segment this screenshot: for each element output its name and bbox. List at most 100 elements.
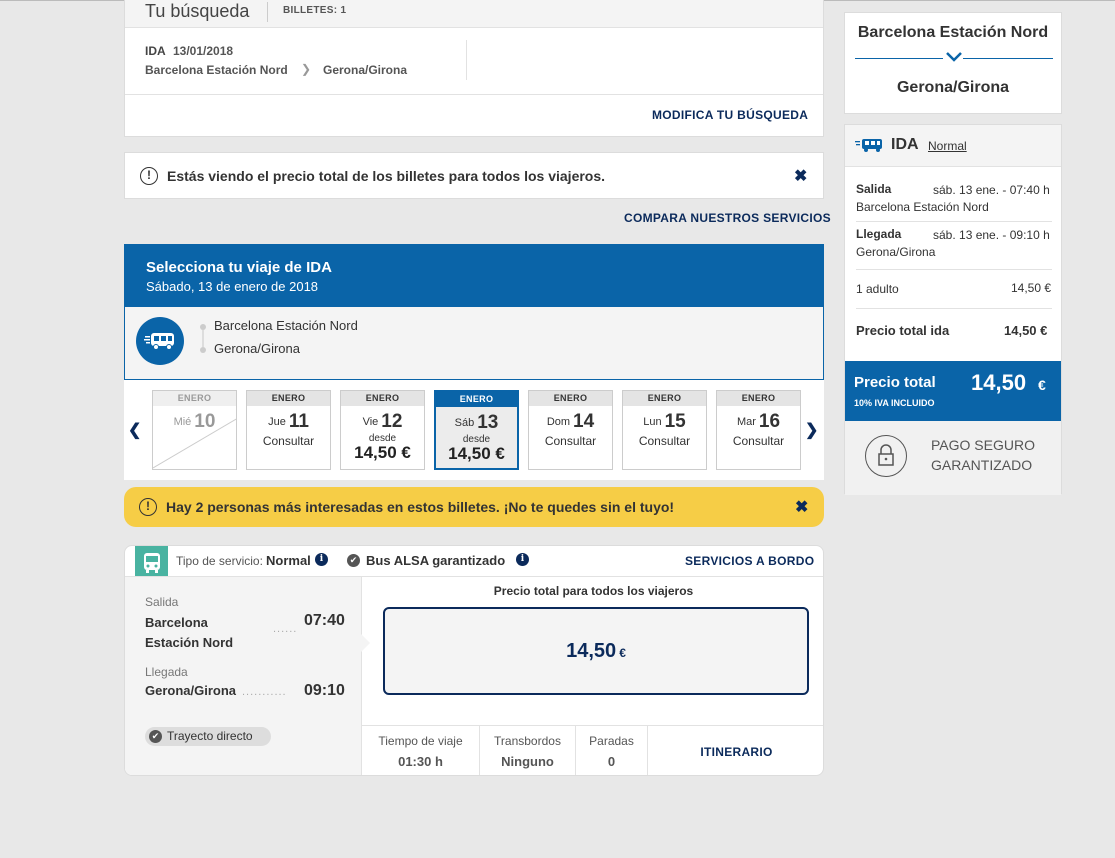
search-header: Tu búsqueda BILLETES: 1	[125, 0, 823, 28]
summary-departure-label: Salida	[856, 182, 892, 196]
check-icon: ✔	[149, 730, 162, 743]
total-ida-label: Precio total ida	[856, 323, 950, 338]
stat-value: 0	[607, 754, 616, 769]
info-text: Estás viendo el precio total de los bill…	[167, 168, 606, 184]
stat-label: Paradas	[589, 734, 634, 748]
stat-value: 01:30 h	[398, 754, 443, 769]
select-destination: Gerona/Girona	[214, 341, 300, 356]
summary-arrival-label: Llegada	[856, 227, 902, 241]
info-icon[interactable]: i	[315, 553, 328, 566]
date-price: 14,50 €	[354, 443, 411, 462]
divider	[856, 269, 1052, 270]
date-month: ENERO	[623, 391, 706, 406]
chevron-right-icon[interactable]: ❯	[805, 420, 818, 440]
date-weekday: Vie	[362, 416, 379, 428]
divider	[125, 94, 823, 95]
stat-transfers: Transbordos Ninguno	[480, 726, 576, 775]
date-line: Mar 16	[717, 411, 800, 433]
info-icon[interactable]: i	[516, 553, 529, 566]
disabled-strike	[153, 418, 236, 469]
date-month: ENERO	[436, 392, 517, 407]
search-title: Tu búsqueda	[145, 1, 250, 21]
stat-label: Tiempo de viaje	[378, 734, 463, 748]
close-icon[interactable]: ✖	[795, 497, 808, 517]
bus-icon	[855, 139, 882, 152]
chevron-down-icon	[946, 52, 962, 62]
tickets-count: BILLETES: 1	[283, 5, 347, 16]
select-origin: Barcelona Estación Nord	[214, 318, 358, 333]
date-carousel: ❮ ❯ ENERO Mié 10 ENERO Jue 11 Consultar EN…	[124, 380, 824, 480]
divider	[855, 58, 943, 59]
arrival-time: 09:10	[304, 682, 345, 699]
date-weekday: Jue	[268, 416, 286, 428]
onboard-services-link[interactable]: SERVICIOS A BORDO	[685, 554, 814, 568]
date-day: 12	[381, 411, 403, 432]
interest-warning-banner: ! Hay 2 personas más interesadas en esto…	[124, 487, 824, 527]
trip-result-card: Tipo de servicio: Normal i ✔ Bus ALSA ga…	[124, 545, 824, 776]
info-banner: ! Estás viendo el precio total de los bi…	[124, 152, 824, 199]
summary-arrival-place: Gerona/Girona	[856, 245, 936, 259]
price-value: 14,50	[566, 640, 617, 662]
total-price-value: 14,50	[971, 370, 1027, 395]
service-type-label: Tipo de servicio:	[176, 554, 263, 568]
ida-label: IDA	[145, 44, 166, 58]
select-route: Barcelona Estación Nord Gerona/Girona	[124, 307, 824, 380]
ida-date: 13/01/2018	[173, 44, 234, 58]
secure-payment-text: PAGO SEGURO GARANTIZADO	[931, 435, 1035, 475]
date-card-14[interactable]: ENERO Dom 14 Consultar	[528, 390, 613, 470]
date-card-12[interactable]: ENERO Vie 12 desde 14,50 €	[340, 390, 425, 470]
modify-search-link[interactable]: MODIFICA TU BÚSQUEDA	[652, 108, 808, 122]
check-icon: ✔	[347, 554, 360, 567]
date-month: ENERO	[529, 391, 612, 406]
date-day: 13	[477, 412, 499, 433]
departure-time: 07:40	[304, 612, 345, 629]
stat-label: Transbordos	[494, 734, 561, 748]
service-type-link[interactable]: Normal	[928, 139, 967, 153]
direct-route-label: Trayecto directo	[167, 729, 253, 743]
arrival-place: Gerona/Girona	[145, 683, 237, 698]
chevron-left-icon[interactable]: ❮	[128, 420, 141, 440]
price-select-button[interactable]: 14,50 €	[383, 607, 809, 695]
date-weekday: Mar	[736, 416, 756, 428]
info-icon: !	[139, 498, 157, 516]
secure-line-2: GARANTIZADO	[931, 457, 1033, 473]
date-card-10: ENERO Mié 10	[152, 390, 237, 470]
total-price-label: Precio total para todos los viajeros	[493, 584, 694, 598]
divider	[963, 58, 1053, 59]
summary-departure-time: sáb. 13 ene. - 07:40 h	[933, 183, 1050, 197]
divider	[466, 40, 467, 80]
divider	[267, 2, 268, 22]
leader-dots: ...........	[242, 686, 287, 698]
date-card-16[interactable]: ENERO Mar 16 Consultar	[716, 390, 801, 470]
arrival-label: Llegada	[145, 665, 188, 679]
select-date: Sábado, 13 de enero de 2018	[146, 279, 319, 294]
info-icon: !	[140, 167, 158, 185]
summary-origin: Barcelona Estación Nord	[857, 24, 1049, 41]
booking-summary: IDA Normal Salida sáb. 13 ene. - 07:40 h…	[844, 124, 1062, 495]
date-line: Lun 15	[623, 411, 706, 433]
compare-services-link[interactable]: COMPARA NUESTROS SERVICIOS	[624, 211, 831, 225]
service-type-value: Normal	[266, 553, 311, 568]
trip-schedule: Salida Barcelona Estación Nord ...... 07…	[125, 577, 362, 775]
alsa-guarantee: Bus ALSA garantizado	[366, 553, 506, 568]
passenger-count: 1 adulto	[856, 282, 899, 296]
date-card-11[interactable]: ENERO Jue 11 Consultar	[246, 390, 331, 470]
date-consult: Consultar	[544, 434, 597, 448]
date-day: 11	[288, 411, 309, 432]
date-card-15[interactable]: ENERO Lun 15 Consultar	[622, 390, 707, 470]
date-card-13-selected[interactable]: ENERO Sáb 13 desde 14,50 €	[434, 390, 519, 470]
summary-route: Barcelona Estación Nord Gerona/Girona	[844, 12, 1062, 114]
itinerary-button[interactable]: ITINERARIO	[648, 726, 823, 775]
departure-label: Salida	[145, 595, 179, 609]
divider	[856, 308, 1052, 309]
total-ida-value: 14,50 €	[1004, 323, 1048, 338]
date-weekday: Dom	[546, 416, 571, 428]
summary-details: Salida sáb. 13 ene. - 07:40 h Barcelona …	[845, 167, 1061, 361]
trip-stats: Tiempo de viaje 01:30 h Transbordos Ning…	[362, 725, 823, 775]
close-icon[interactable]: ✖	[794, 166, 807, 186]
leader-dots: ......	[273, 623, 298, 635]
total-price-panel: Precio total 14,50 € 10% IVA INCLUIDO	[845, 361, 1061, 421]
stat-travel-time: Tiempo de viaje 01:30 h	[362, 726, 480, 775]
date-line: Vie 12	[341, 411, 424, 433]
date-weekday: Sáb	[454, 417, 475, 429]
